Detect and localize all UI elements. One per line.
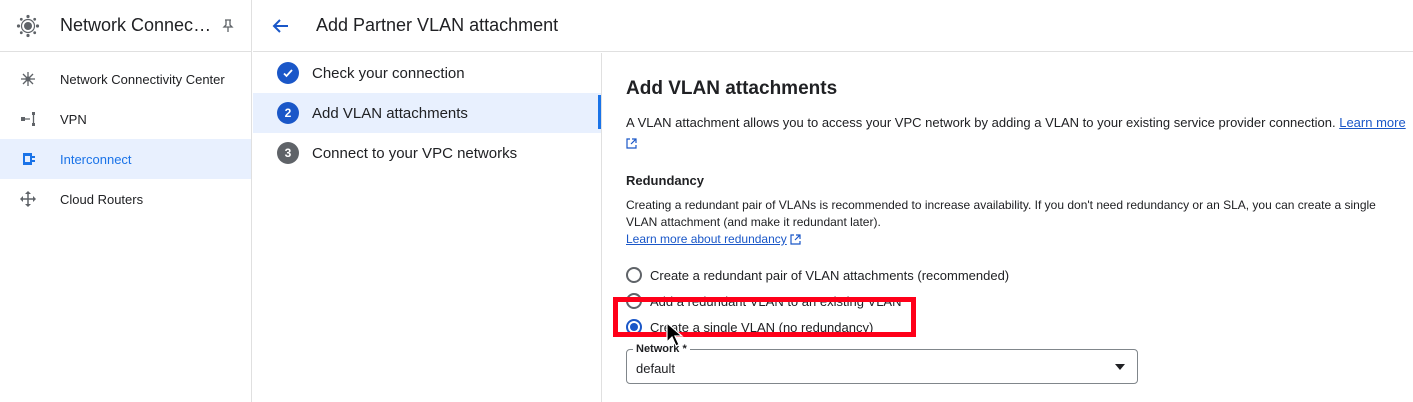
- network-select[interactable]: Network * default: [626, 343, 1138, 384]
- sidebar-item-interconnect[interactable]: Interconnect: [0, 139, 251, 179]
- product-title: Network Connecti…: [60, 15, 215, 35]
- sidebar-item-label: VPN: [60, 111, 87, 127]
- radio-button[interactable]: [626, 293, 642, 309]
- step-label: Connect to your VPC networks: [312, 144, 518, 162]
- description-text: A VLAN attachment allows you to access y…: [626, 115, 1336, 130]
- interconnect-icon: [20, 151, 36, 167]
- step-add-vlan-attachments[interactable]: 2 Add VLAN attachments: [253, 93, 601, 133]
- redundancy-label: Redundancy: [626, 173, 705, 188]
- router-icon: [20, 191, 36, 207]
- step-label: Add VLAN attachments: [312, 104, 468, 122]
- radio-add-redundant-vlan[interactable]: Add a redundant VLAN to an existing VLAN: [626, 288, 1406, 314]
- section-heading: Add VLAN attachments: [626, 78, 838, 99]
- nav-list: Network Connectivity Center VPN Intercon…: [0, 59, 251, 219]
- dropdown-arrow-icon: [1115, 364, 1125, 370]
- sidebar-item-label: Interconnect: [60, 151, 132, 167]
- step-number: 2: [277, 102, 299, 124]
- main-content: Add VLAN attachments A VLAN attachment a…: [626, 53, 1406, 340]
- back-arrow-icon[interactable]: [269, 14, 293, 38]
- step-connect-vpc-networks[interactable]: 3 Connect to your VPC networks: [253, 133, 601, 173]
- hub-icon: [20, 71, 36, 87]
- radio-button[interactable]: [626, 267, 642, 283]
- vpn-icon: [20, 111, 36, 127]
- sidebar-item-label: Network Connectivity Center: [60, 71, 225, 87]
- network-connectivity-logo-icon: [16, 14, 40, 38]
- left-nav: Network Connecti… Network Connectivity C…: [0, 0, 252, 402]
- check-circle-icon: [277, 62, 299, 84]
- radio-single-vlan[interactable]: Create a single VLAN (no redundancy): [626, 314, 1406, 340]
- redundancy-help-text: Creating a redundant pair of VLANs is re…: [626, 198, 1376, 229]
- radio-button[interactable]: [626, 319, 642, 335]
- stepper: Check your connection 2 Add VLAN attachm…: [253, 53, 602, 402]
- network-select-value: default: [636, 361, 676, 376]
- sidebar-item-cloud-routers[interactable]: Cloud Routers: [0, 179, 251, 219]
- learn-more-redundancy-link[interactable]: Learn more about redundancy: [626, 232, 787, 246]
- page-header: Add Partner VLAN attachment: [253, 0, 1413, 52]
- redundancy-radio-group: Create a redundant pair of VLAN attachme…: [626, 262, 1406, 340]
- external-link-icon[interactable]: [626, 135, 637, 155]
- redundancy-help: Creating a redundant pair of VLANs is re…: [626, 197, 1406, 250]
- radio-label: Create a redundant pair of VLAN attachme…: [650, 267, 1010, 283]
- step-number: 3: [277, 142, 299, 164]
- mouse-cursor-icon: [666, 322, 684, 347]
- step-check-connection[interactable]: Check your connection: [253, 53, 601, 93]
- radio-label: Add a redundant VLAN to an existing VLAN: [650, 293, 902, 309]
- pin-icon[interactable]: [221, 18, 235, 34]
- sidebar-item-label: Cloud Routers: [60, 191, 144, 207]
- page-title: Add Partner VLAN attachment: [316, 15, 559, 35]
- section-description: A VLAN attachment allows you to access y…: [626, 113, 1406, 155]
- radio-redundant-pair[interactable]: Create a redundant pair of VLAN attachme…: [626, 262, 1406, 288]
- step-label: Check your connection: [312, 64, 465, 82]
- sidebar-item-vpn[interactable]: VPN: [0, 99, 251, 139]
- external-link-icon[interactable]: [790, 233, 801, 250]
- learn-more-link[interactable]: Learn more: [1339, 115, 1405, 130]
- sidebar-item-network-connectivity-center[interactable]: Network Connectivity Center: [0, 59, 251, 99]
- nav-header: Network Connecti…: [0, 0, 251, 52]
